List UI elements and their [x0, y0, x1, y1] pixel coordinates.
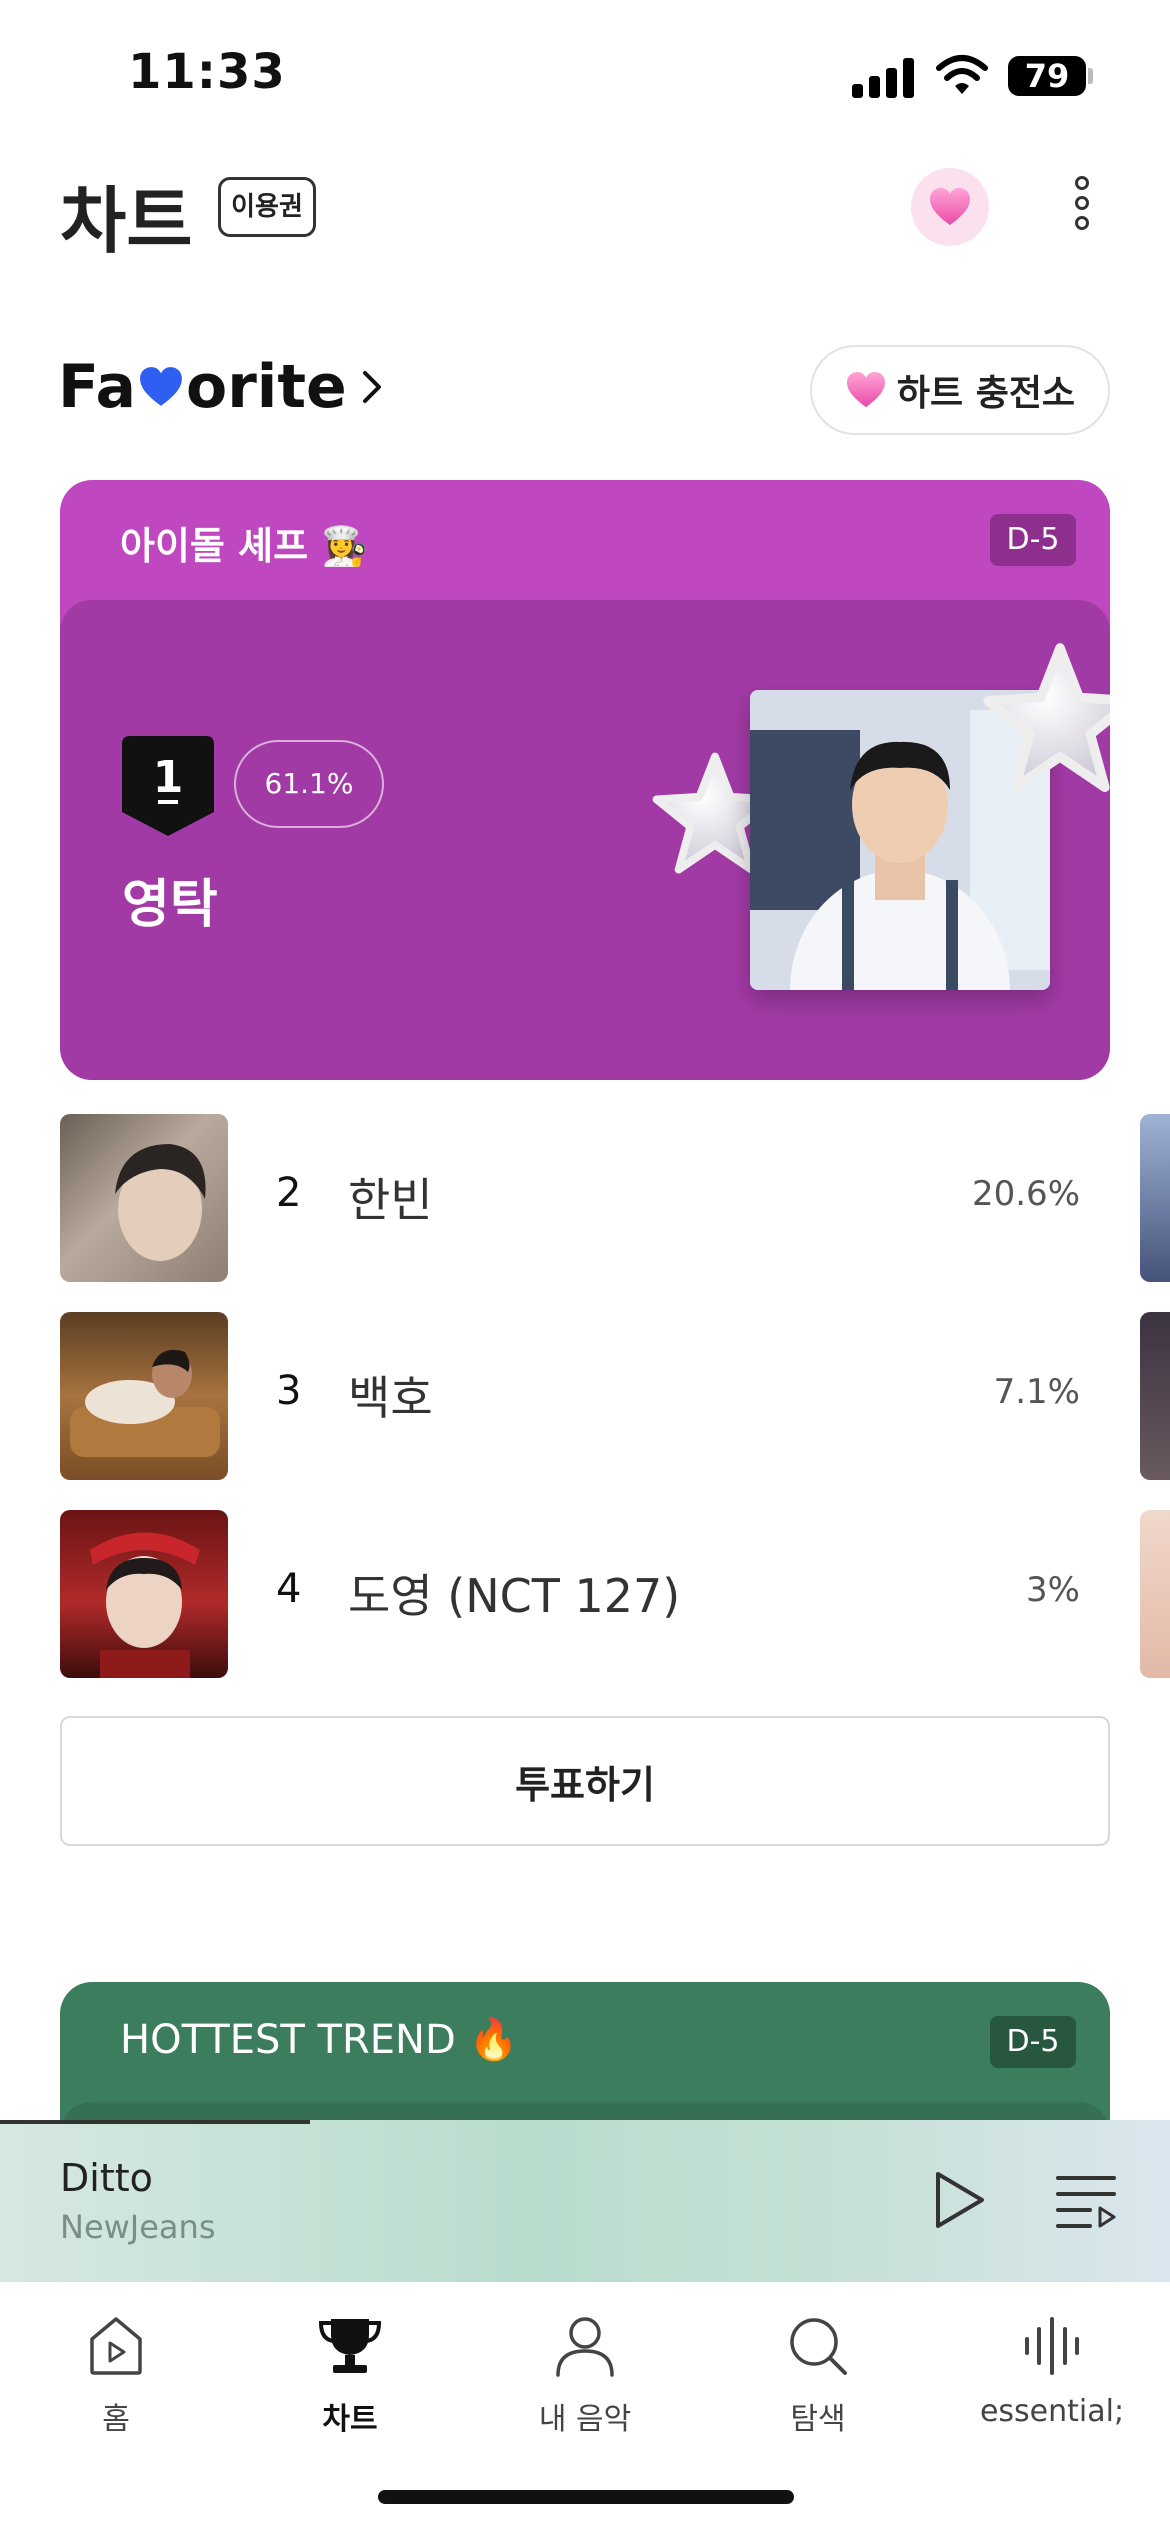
candidate-thumbnail — [60, 1312, 228, 1480]
person-icon — [556, 2317, 614, 2377]
next-card-peek — [1140, 1312, 1170, 1480]
home-indicator[interactable] — [378, 2490, 794, 2504]
star-decoration — [983, 643, 1110, 792]
candidate-name: 백호 — [348, 1371, 433, 1425]
page-title: 차트 — [60, 179, 193, 263]
heart-icon — [846, 371, 885, 408]
heart-charge-button[interactable]: 하트 충전소 — [810, 345, 1110, 435]
nav-essential[interactable]: essential; — [962, 2306, 1142, 2429]
candidate-name: 한빈 — [348, 1173, 433, 1227]
search-icon — [790, 2318, 847, 2375]
nav-my-music[interactable]: 내 음악 — [495, 2306, 675, 2438]
waveform-icon — [1025, 2317, 1079, 2375]
winner-percent: 61.1% — [234, 740, 384, 828]
battery-tip — [1088, 68, 1093, 84]
vote-button[interactable]: 투표하기 — [60, 1716, 1110, 1846]
play-icon[interactable] — [928, 2168, 988, 2232]
wifi-icon — [936, 55, 988, 94]
trend-title: HOTTEST TREND 🔥 — [120, 2017, 519, 2063]
track-title: Ditto — [60, 2156, 153, 2200]
nav-chart[interactable]: 차트 — [260, 2306, 440, 2438]
heart-button[interactable] — [911, 168, 989, 246]
nav-label: essential; — [979, 2394, 1125, 2429]
candidate-percent: 3% — [1026, 1570, 1080, 1610]
rank-number: 4 — [276, 1566, 302, 1612]
nav-label: 홈 — [102, 2402, 130, 2437]
rank-number: 3 — [276, 1368, 302, 1414]
nav-label: 탐색 — [790, 2402, 846, 2437]
heart-icon — [930, 188, 970, 225]
track-artist: NewJeans — [60, 2208, 216, 2246]
hottest-trend-card[interactable]: HOTTEST TREND 🔥 D-5 — [60, 1982, 1110, 2122]
rank-badge-number: 1 — [153, 752, 184, 803]
nav-label: 내 음악 — [538, 2402, 632, 2437]
candidate-thumbnail — [60, 1114, 228, 1282]
dday-badge: D-5 — [990, 2016, 1076, 2068]
favorite-title-end: orite — [185, 352, 347, 422]
playback-progress — [0, 2120, 310, 2124]
battery-indicator: 79 — [1008, 56, 1086, 96]
trend-panel — [60, 2102, 1110, 2122]
pass-badge[interactable]: 이용권 — [218, 177, 316, 237]
cellular-signal-icon — [852, 58, 916, 98]
ranking-row[interactable]: 2 한빈 20.6% — [60, 1114, 1110, 1282]
ranking-row[interactable]: 4 도영 (NCT 127) 3% — [60, 1510, 1110, 1678]
nav-home[interactable]: 홈 — [26, 2306, 206, 2438]
next-card-peek — [1140, 1114, 1170, 1282]
vote-winner-panel: 1 61.1% 영탁 — [60, 600, 1110, 1080]
playlist-icon[interactable] — [1054, 2170, 1118, 2232]
next-card-peek — [1140, 1510, 1170, 1678]
status-bar: 11:33 79 — [0, 0, 1170, 150]
dday-badge: D-5 — [990, 514, 1076, 566]
nav-label: 차트 — [322, 2402, 378, 2437]
chevron-right-icon — [362, 371, 381, 403]
ranking-row[interactable]: 3 백호 7.1% — [60, 1312, 1110, 1480]
candidate-thumbnail — [60, 1510, 228, 1678]
rank-badge: 1 — [122, 736, 214, 836]
favorite-heart-icon — [140, 367, 182, 406]
more-options-icon[interactable] — [1062, 176, 1102, 240]
mini-player[interactable]: Ditto NewJeans — [0, 2120, 1170, 2282]
charge-label: 하트 충전소 — [896, 373, 1076, 414]
vote-card[interactable]: 아이돌 셰프 👩‍🍳 D-5 1 61.1% 영탁 — [60, 480, 1110, 1080]
favorite-link[interactable]: Fa orite — [58, 352, 383, 422]
vote-title: 아이돌 셰프 👩‍🍳 — [120, 524, 369, 568]
candidate-percent: 20.6% — [971, 1174, 1080, 1214]
favorite-title-start: Fa — [58, 352, 136, 422]
home-play-icon — [90, 2317, 142, 2375]
nav-explore[interactable]: 탐색 — [728, 2306, 908, 2438]
candidate-percent: 7.1% — [993, 1372, 1080, 1412]
status-time: 11:33 — [128, 44, 286, 100]
trophy-icon — [318, 2319, 382, 2373]
rank-number: 2 — [276, 1170, 302, 1216]
candidate-name: 도영 (NCT 127) — [348, 1569, 681, 1623]
winner-name: 영탁 — [122, 875, 218, 935]
